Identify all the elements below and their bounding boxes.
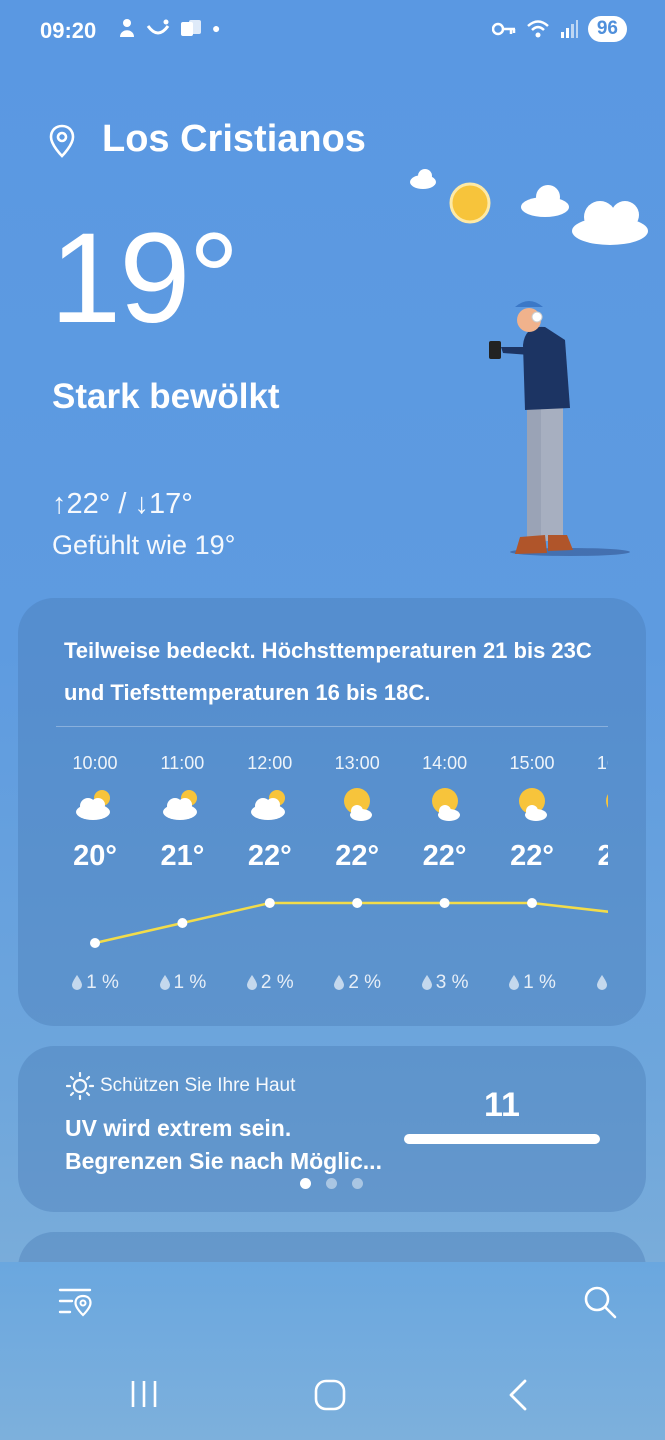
hour-time: 14:00 [422,753,468,773]
weather-illustration [410,169,648,556]
weather-condition: Stark bewölkt [52,377,280,416]
bottom-bar [0,1262,665,1440]
precipitation-value: 1 % [86,972,119,993]
dot-icon: ● [212,20,221,36]
hour-temperature: 22° [335,840,380,872]
hour-precipitation: 1 % [56,972,135,994]
temperature-point [264,898,275,908]
uv-index-bar [404,1134,600,1144]
hour-temperature: 21° [160,840,205,872]
hour-time: 13:00 [334,753,380,773]
recent-apps-icon[interactable] [128,1378,160,1410]
hour-column: 12:00 22° 2 % [230,748,310,993]
hour-time: 11:00 [160,753,205,773]
precipitation-value: 1 % [173,972,207,993]
hour-time: 12:00 [247,753,293,773]
sun-icon [449,182,491,224]
hour-precipitation: 1 % [492,972,572,994]
temperature-point [352,898,363,908]
raindrop-icon [246,975,257,990]
hour-precipitation: 1 % [579,972,608,994]
mostly-sunny-icon [405,786,485,836]
current-temperature: 19° [50,207,240,350]
raindrop-icon [509,975,520,990]
divider [56,726,608,727]
hour-precipitation: 2 % [230,972,310,994]
mostly-sunny-icon [317,786,397,836]
cloud-icon [521,185,569,217]
temperature-point [439,898,450,908]
notification-person-icon [120,19,134,37]
uv-heading: Schützen Sie Ihre Haut [66,1072,295,1100]
hour-temperature: 21° [597,840,608,872]
precipitation-value: 1 % [523,972,556,993]
notification-cards-icon [181,20,201,36]
system-status: 96 [491,16,627,42]
hour-column: 13:00 22° 2 % [317,748,397,993]
notification-icons: ● [118,18,220,38]
location-list-icon[interactable] [58,1284,94,1320]
mostly-sunny-icon [492,786,572,836]
raindrop-icon [421,975,432,990]
hour-precipitation: 1 % [142,972,222,994]
partly-cloudy-icon [142,786,222,836]
sun-outline-icon [66,1072,94,1100]
search-icon[interactable] [582,1284,618,1320]
home-icon[interactable] [313,1378,347,1412]
hour-precipitation: 3 % [405,972,485,994]
feels-like-temperature: Gefühlt wie 19° [52,530,236,560]
notification-tui-icon [146,19,170,35]
wifi-icon [527,20,549,38]
status-time: 09:20 [40,18,97,43]
page-dot[interactable] [352,1178,363,1189]
high-low-temperature: ↑22° / ↓17° [52,488,193,520]
person-figure [489,301,630,556]
partly-cloudy-icon [56,786,135,836]
location-name[interactable]: Los Cristianos [102,118,366,161]
hour-time: 16:00 [596,753,608,773]
raindrop-icon [159,975,170,990]
hourly-forecast-strip[interactable]: 10:00 20° 1 % 11:00 21° 1 % 12:00 22° 2 % 13:00 22… [56,748,608,1008]
forecast-summary: Teilweise bedeckt. Höchsttemperaturen 21… [64,638,592,705]
hour-temperature: 22° [247,840,292,872]
small-cloud-icon [410,169,436,189]
uv-message: UV wird extrem sein. Begrenzen Sie nach … [65,1115,382,1174]
uv-heading-text: Schützen Sie Ihre Haut [100,1075,296,1096]
hour-column: 10:00 20° 1 % [56,748,135,993]
raindrop-icon [596,975,607,990]
hour-temperature: 20° [73,840,117,872]
mostly-sunny-icon [579,786,608,836]
temperature-point [90,938,100,948]
temperature-point [527,898,537,908]
temperature-line [94,901,608,945]
hour-column: 16:0021°1 % [579,748,608,990]
page-dot[interactable] [326,1178,337,1189]
hour-temperature: 22° [510,840,554,872]
hour-column: 15:00 22° 1 % [492,748,572,993]
vpn-key-icon [491,22,516,36]
precipitation-value: 3 % [435,972,469,993]
page-dot-active[interactable] [300,1178,311,1189]
uv-index-value: 11 [484,1086,520,1124]
raindrop-icon [334,975,345,990]
large-cloud-icon [572,201,648,245]
back-icon[interactable] [503,1378,531,1412]
hour-time: 15:00 [509,753,555,773]
precipitation-value: 2 % [260,972,294,993]
hour-column: 14:00 22° 3 % [405,748,485,993]
hour-temperature: 22° [422,840,467,872]
raindrop-icon [72,975,83,990]
partly-cloudy-icon [230,786,310,836]
signal-icon [560,20,578,38]
temperature-point [177,918,188,928]
location-pin-icon [49,124,75,158]
precipitation-value: 2 % [348,972,382,993]
hour-time: 10:00 [72,753,118,773]
hour-precipitation: 2 % [317,972,397,994]
battery-indicator: 96 [587,16,627,42]
hour-column: 11:00 21° 1 % [142,748,222,993]
